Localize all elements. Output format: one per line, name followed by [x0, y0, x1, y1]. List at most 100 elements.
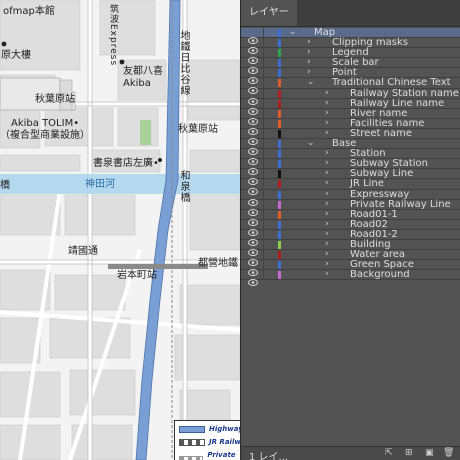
- eye-icon[interactable]: [248, 100, 258, 115]
- chevron-right-icon[interactable]: ›: [307, 57, 311, 67]
- eye-icon[interactable]: [248, 231, 258, 246]
- export-icon[interactable]: ⇱: [385, 449, 394, 458]
- chevron-right-icon[interactable]: ›: [325, 98, 329, 108]
- layer-color-swatch: [278, 129, 281, 138]
- eye-icon[interactable]: [248, 180, 258, 196]
- layer-color-swatch: [278, 160, 281, 169]
- layer-color-swatch: [278, 240, 281, 249]
- layer-row[interactable]: › Background: [241, 269, 460, 287]
- eye-icon[interactable]: [248, 120, 258, 135]
- chevron-right-icon[interactable]: ›: [325, 178, 329, 188]
- row-separator: [263, 108, 264, 118]
- eye-icon[interactable]: [248, 170, 258, 186]
- layer-list: ⌄ Map › Clipping masks › Legend › Scale bar › Poi…: [241, 27, 460, 287]
- chevron-down-icon[interactable]: ⌄: [307, 77, 315, 87]
- eye-icon[interactable]: [248, 150, 258, 166]
- eye-icon[interactable]: [248, 160, 258, 176]
- eye-icon[interactable]: [248, 69, 258, 85]
- eye-icon[interactable]: [248, 130, 258, 145]
- chevron-right-icon[interactable]: ›: [325, 158, 329, 168]
- chevron-right-icon[interactable]: ›: [325, 259, 329, 269]
- label-bookstore: 書泉書店左廣•: [93, 158, 159, 169]
- legend-jr-label: JR Railw: [209, 438, 240, 446]
- eye-icon[interactable]: [248, 49, 258, 65]
- eye-icon[interactable]: [248, 39, 258, 55]
- chevron-right-icon[interactable]: ›: [325, 209, 329, 219]
- row-separator: [263, 78, 264, 88]
- chevron-right-icon[interactable]: ›: [325, 219, 329, 229]
- layer-color-swatch: [278, 59, 281, 68]
- new-sublayer-icon[interactable]: ⊞: [405, 449, 414, 458]
- tab-layers[interactable]: レイヤー: [241, 0, 297, 26]
- delete-layer-icon[interactable]: 🗑: [443, 449, 454, 458]
- chevron-right-icon[interactable]: ›: [325, 88, 329, 98]
- row-separator: [263, 118, 264, 128]
- eye-icon[interactable]: [248, 29, 258, 44]
- label-toei-subway: 都營地鐵: [198, 258, 238, 269]
- eye-icon[interactable]: [248, 211, 258, 226]
- chevron-right-icon[interactable]: ›: [307, 47, 311, 57]
- chevron-right-icon[interactable]: ›: [325, 108, 329, 118]
- panel-footer: 1 レイ... ⇱ ⊞ ▣ 🗑: [241, 446, 460, 460]
- row-separator: [263, 128, 264, 139]
- row-separator: [263, 229, 264, 239]
- label-akihabara-station: 秋葉原站: [35, 94, 75, 105]
- chevron-right-icon[interactable]: ›: [325, 269, 329, 279]
- layer-color-swatch: [278, 140, 281, 149]
- label-ofmap: ofmap本館: [3, 6, 55, 17]
- chevron-right-icon[interactable]: ›: [325, 229, 329, 239]
- row-separator: [263, 98, 264, 108]
- eye-icon[interactable]: [248, 110, 258, 125]
- chevron-right-icon[interactable]: ›: [325, 249, 329, 259]
- chevron-right-icon[interactable]: ›: [307, 67, 311, 77]
- eye-icon[interactable]: [248, 221, 258, 236]
- chevron-right-icon[interactable]: ›: [325, 199, 329, 209]
- row-separator: [263, 88, 264, 98]
- panel-header: レイヤー: [241, 0, 460, 27]
- legend-row-jr: JR Railw: [179, 438, 240, 446]
- label-tolim-sub: （複合型商業設施）: [0, 130, 90, 141]
- eye-icon[interactable]: [248, 271, 258, 287]
- eye-icon[interactable]: [248, 201, 258, 216]
- layer-color-swatch: [278, 220, 281, 229]
- chevron-right-icon[interactable]: ›: [325, 239, 329, 249]
- app-window: ofmap本館 原大樓 筑波Express 地鐵日比谷線 友都八喜 Akiba …: [0, 0, 460, 460]
- row-separator: [263, 179, 264, 189]
- eye-icon[interactable]: [248, 90, 258, 105]
- layer-name[interactable]: Street name: [350, 128, 412, 139]
- chevron-right-icon[interactable]: ›: [325, 128, 329, 138]
- eye-icon[interactable]: [248, 59, 258, 75]
- eye-icon[interactable]: [248, 261, 258, 277]
- layer-name[interactable]: Background: [350, 269, 410, 280]
- eye-icon[interactable]: [248, 79, 258, 95]
- chevron-right-icon[interactable]: ›: [325, 148, 329, 158]
- layer-color-swatch: [278, 261, 281, 270]
- eye-icon[interactable]: [248, 251, 258, 267]
- footer-layer-count: 1 レイ...: [249, 452, 289, 460]
- label-hara-building: 原大樓: [1, 50, 31, 61]
- chevron-down-icon[interactable]: ⌄: [289, 27, 297, 37]
- layer-color-swatch: [278, 89, 281, 98]
- layer-color-swatch: [278, 271, 281, 280]
- eye-icon[interactable]: [248, 140, 258, 156]
- legend-private-label: Private R: [207, 451, 236, 460]
- eye-icon[interactable]: [248, 241, 258, 256]
- row-separator: [263, 219, 264, 229]
- new-layer-icon[interactable]: ▣: [425, 449, 434, 458]
- layer-color-swatch: [278, 109, 281, 118]
- chevron-right-icon[interactable]: ›: [325, 168, 329, 178]
- chevron-down-icon[interactable]: ⌄: [307, 138, 315, 148]
- label-expressway: 筑波Express: [108, 4, 118, 67]
- layer-color-swatch: [278, 190, 281, 199]
- chevron-right-icon[interactable]: ›: [307, 37, 311, 47]
- chevron-right-icon[interactable]: ›: [325, 189, 329, 199]
- row-separator: [263, 149, 264, 159]
- legend-private-swatch: [179, 455, 204, 460]
- eye-icon[interactable]: [248, 191, 258, 206]
- map-canvas[interactable]: ofmap本館 原大樓 筑波Express 地鐵日比谷線 友都八喜 Akiba …: [0, 0, 240, 460]
- row-separator: [263, 169, 264, 179]
- label-akihabara-station-2: 秋葉原站: [178, 124, 218, 135]
- layer-color-swatch: [278, 180, 281, 189]
- row-separator: [263, 239, 264, 250]
- chevron-right-icon[interactable]: ›: [325, 118, 329, 128]
